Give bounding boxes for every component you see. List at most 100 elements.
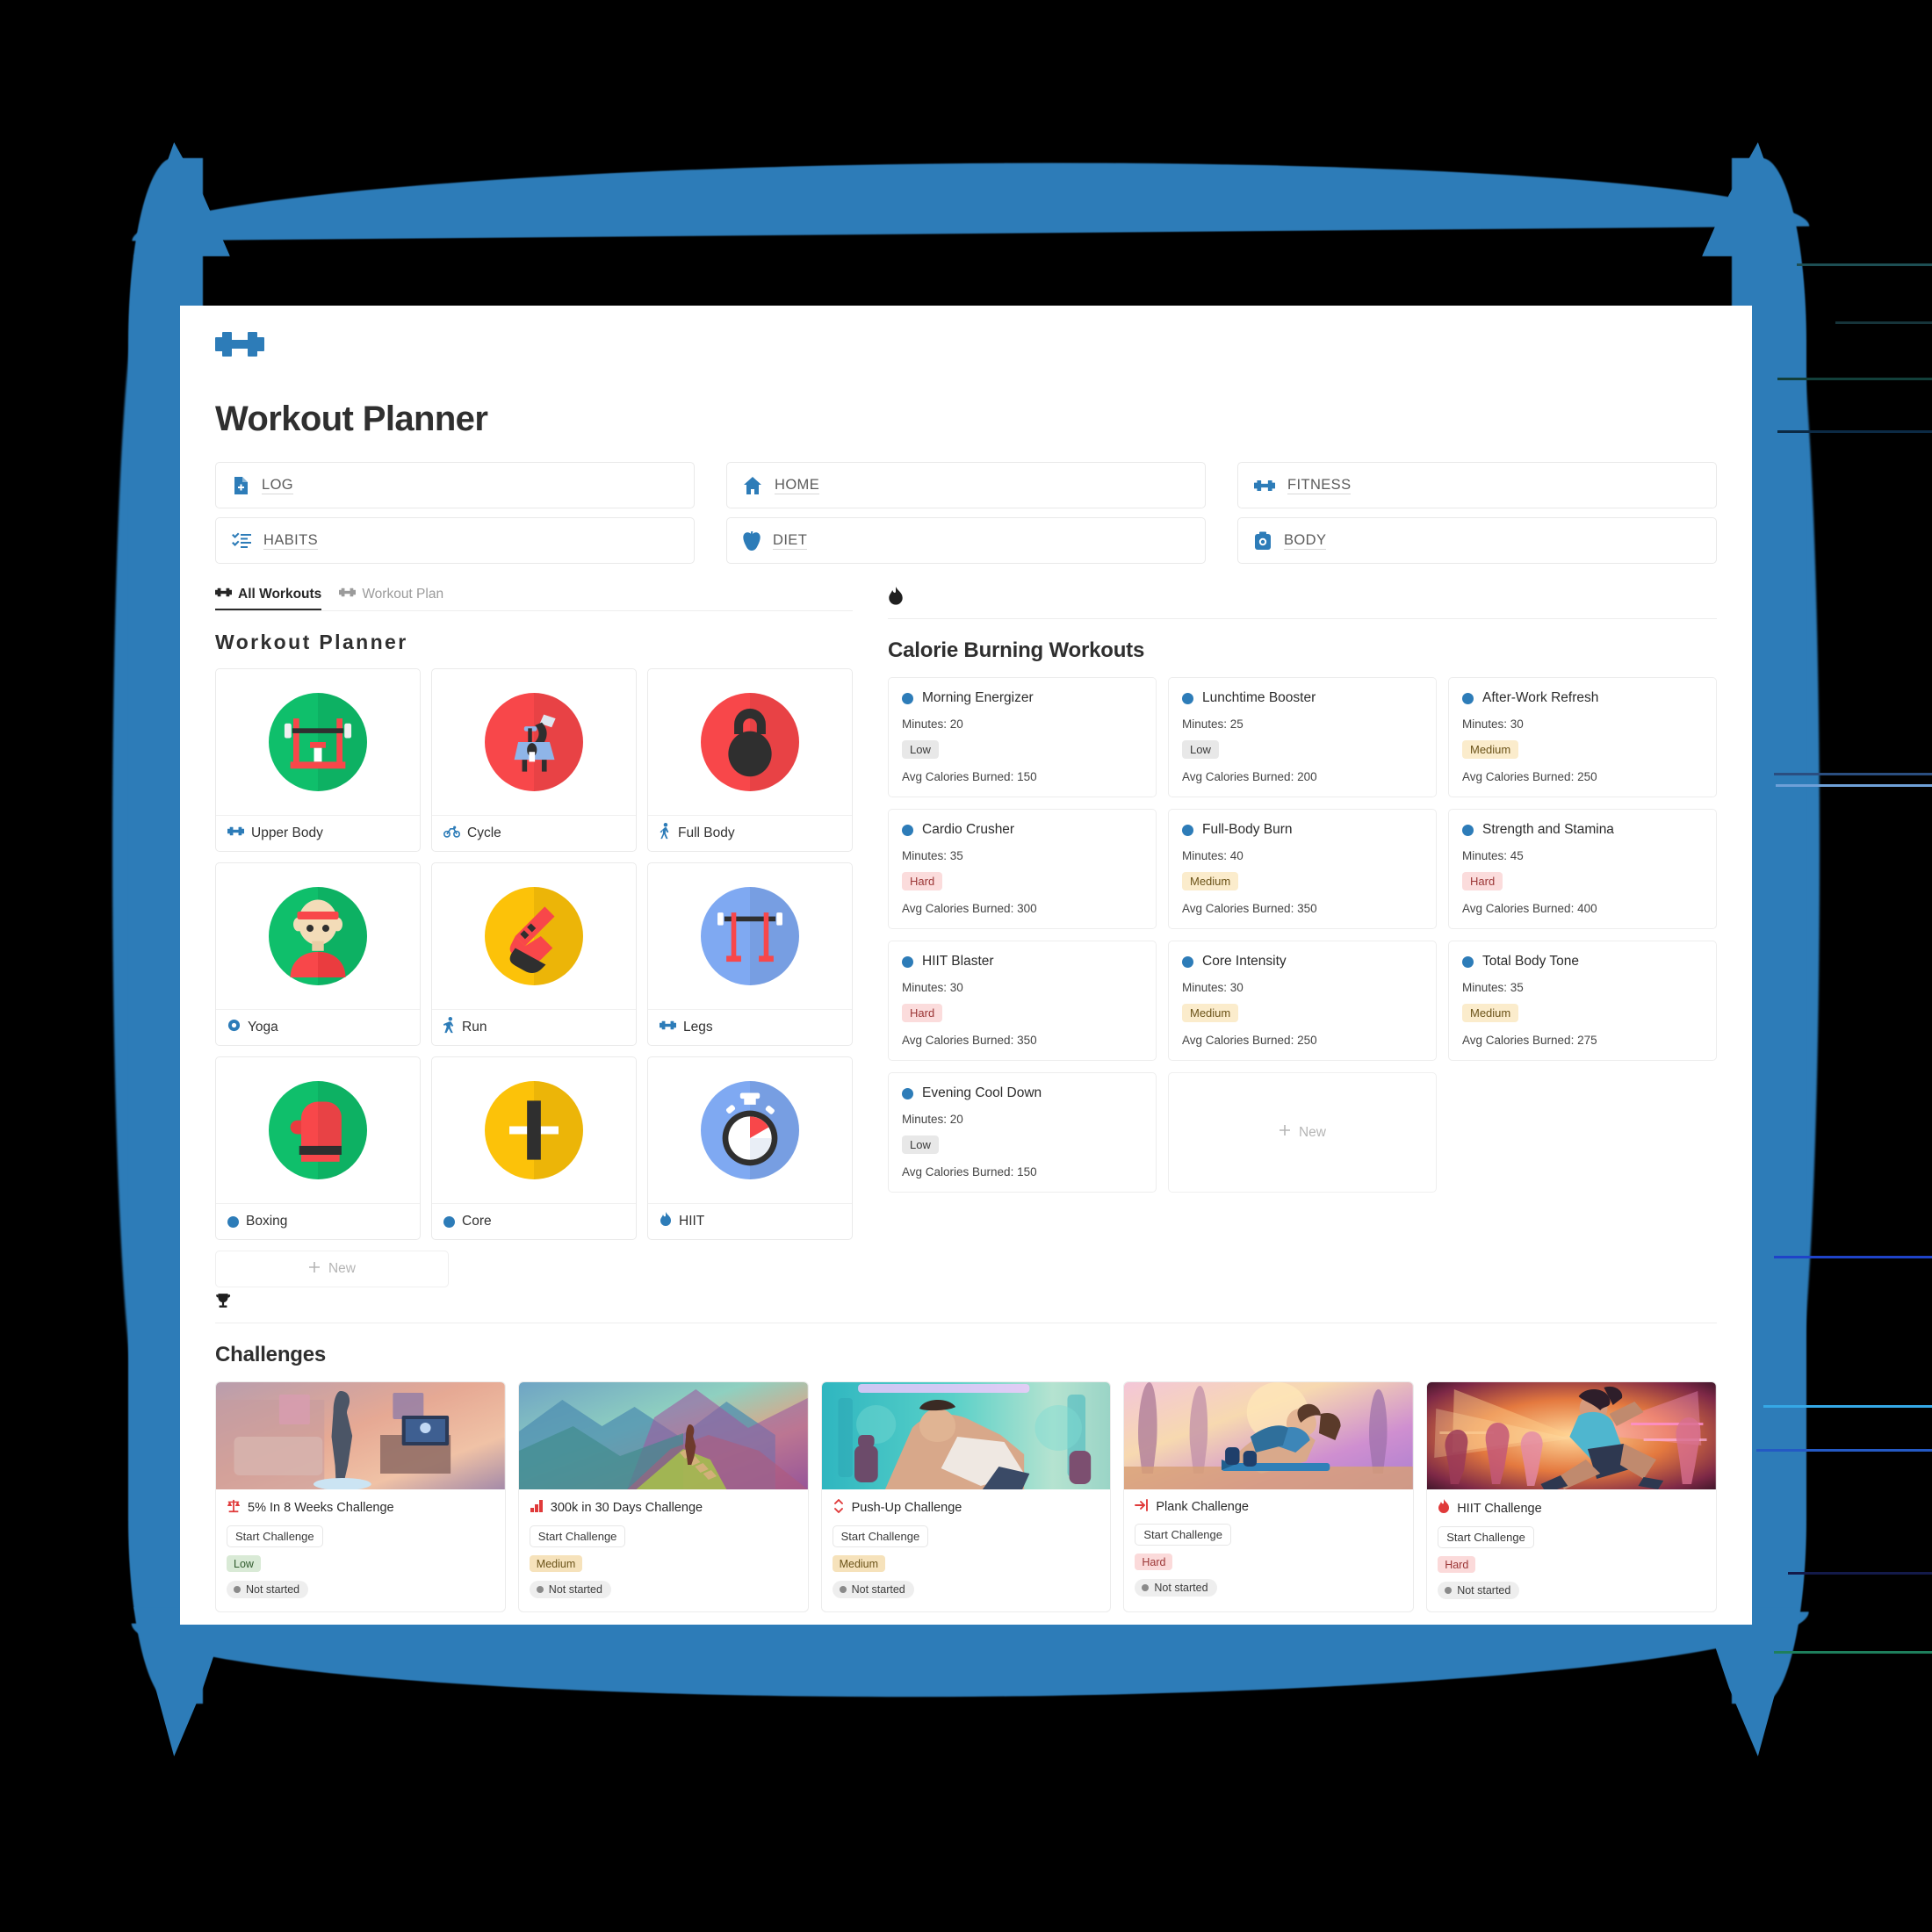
workout-card-footer: Cycle xyxy=(432,815,636,851)
calorie-card[interactable]: Morning Energizer Minutes: 20 Low Avg Ca… xyxy=(888,677,1157,797)
nav-label: BODY xyxy=(1284,531,1327,551)
boxing-glove-thumb xyxy=(216,1057,420,1203)
flame-icon xyxy=(660,1212,672,1231)
blue-dot-icon xyxy=(902,692,913,704)
start-challenge-button[interactable]: Start Challenge xyxy=(1135,1524,1232,1546)
blue-dot-icon xyxy=(1182,955,1193,968)
calorie-card-minutes: Minutes: 20 xyxy=(902,717,963,731)
workout-card[interactable]: HIIT xyxy=(647,1056,853,1240)
challenge-card[interactable]: Plank Challenge Start Challenge Hard Not… xyxy=(1123,1381,1415,1612)
difficulty-badge: Low xyxy=(227,1555,261,1572)
stopwatch-thumb xyxy=(648,1057,852,1203)
main-columns: All Workouts Workout Plan Workout Planne… xyxy=(180,564,1752,1287)
workout-card[interactable]: Full Body xyxy=(647,668,853,852)
calorie-card[interactable]: Strength and Stamina Minutes: 45 Hard Av… xyxy=(1448,809,1717,929)
workout-card[interactable]: Upper Body xyxy=(215,668,421,852)
difficulty-badge: Medium xyxy=(832,1555,886,1572)
start-challenge-button[interactable]: Start Challenge xyxy=(529,1525,626,1547)
pushup-gym-image xyxy=(821,1382,1111,1489)
workout-card-footer: Full Body xyxy=(648,815,852,851)
dumbbell-icon xyxy=(227,825,244,841)
workout-card-label: Full Body xyxy=(678,825,735,840)
blue-dot-icon xyxy=(1462,955,1474,968)
blue-dot-icon xyxy=(1462,692,1474,704)
workout-card[interactable]: Core xyxy=(431,1056,637,1240)
blue-dot-icon xyxy=(1462,824,1474,836)
nav-button-fitness[interactable]: FITNESS xyxy=(1237,462,1717,508)
calorie-card-calories: Avg Calories Burned: 250 xyxy=(1182,1034,1317,1047)
difficulty-badge: Low xyxy=(1182,740,1219,759)
circle-ring-icon xyxy=(227,1019,241,1036)
bar-chart-icon xyxy=(530,1499,544,1517)
challenge-title: Plank Challenge xyxy=(1156,1500,1249,1514)
workout-card[interactable]: Cycle xyxy=(431,668,637,852)
nav-button-home[interactable]: HOME xyxy=(726,462,1206,508)
nav-button-habits[interactable]: HABITS xyxy=(215,517,695,564)
nav-label: HOME xyxy=(775,476,820,495)
workout-card[interactable]: Boxing xyxy=(215,1056,421,1240)
difficulty-badge: Hard xyxy=(1135,1554,1173,1570)
document-add-icon xyxy=(232,476,249,495)
calorie-card[interactable]: After-Work Refresh Minutes: 30 Medium Av… xyxy=(1448,677,1717,797)
difficulty-badge: Low xyxy=(902,740,939,759)
challenge-title: HIIT Challenge xyxy=(1457,1501,1542,1516)
calorie-card[interactable]: Full-Body Burn Minutes: 40 Medium Avg Ca… xyxy=(1168,809,1437,929)
arrow-bar-icon xyxy=(1135,1499,1149,1515)
calorie-card[interactable]: Core Intensity Minutes: 30 Medium Avg Ca… xyxy=(1168,941,1437,1061)
plus-icon xyxy=(1279,1124,1291,1141)
runner-neon-image xyxy=(1427,1382,1716,1489)
calorie-heading: Calorie Burning Workouts xyxy=(888,638,1145,662)
challenge-card[interactable]: Push-Up Challenge Start Challenge Medium… xyxy=(820,1381,1112,1612)
challenges-rule: Challenges xyxy=(180,1287,1752,1381)
workout-card-label: Cycle xyxy=(467,825,501,840)
calorie-card[interactable]: Lunchtime Booster Minutes: 25 Low Avg Ca… xyxy=(1168,677,1437,797)
nav-button-diet[interactable]: DIET xyxy=(726,517,1206,564)
workout-card-label: HIIT xyxy=(679,1214,705,1229)
calorie-card[interactable]: Cardio Crusher Minutes: 35 Hard Avg Calo… xyxy=(888,809,1157,929)
workouts-tabs: All Workouts Workout Plan xyxy=(215,587,853,611)
start-challenge-button[interactable]: Start Challenge xyxy=(227,1525,323,1547)
new-calorie-card-button[interactable]: New xyxy=(1168,1072,1437,1193)
workouts-heading: Workout Planner xyxy=(215,631,408,653)
workout-card[interactable]: Legs xyxy=(647,862,853,1046)
workout-card[interactable]: Yoga xyxy=(215,862,421,1046)
workout-card-label: Core xyxy=(462,1214,492,1229)
difficulty-badge: Hard xyxy=(1438,1556,1476,1573)
runner-icon xyxy=(443,1017,455,1038)
kettlebell-thumb xyxy=(648,669,852,815)
difficulty-badge: Medium xyxy=(1462,1004,1519,1022)
workout-card-footer: Boxing xyxy=(216,1203,420,1239)
challenge-card[interactable]: 300k in 30 Days Challenge Start Challeng… xyxy=(517,1381,809,1612)
tab-label: Workout Plan xyxy=(362,587,444,602)
tab-all-workouts[interactable]: All Workouts xyxy=(215,587,321,610)
blue-dot-icon xyxy=(1182,824,1193,836)
calorie-column: Calorie Burning Workouts Morning Energiz… xyxy=(888,587,1717,1287)
calorie-card[interactable]: Evening Cool Down Minutes: 20 Low Avg Ca… xyxy=(888,1072,1157,1193)
nav-button-log[interactable]: LOG xyxy=(215,462,695,508)
exercise-bike-thumb xyxy=(432,669,636,815)
start-challenge-button[interactable]: Start Challenge xyxy=(832,1525,929,1547)
challenge-card[interactable]: 5% In 8 Weeks Challenge Start Challenge … xyxy=(215,1381,506,1612)
calorie-card[interactable]: Total Body Tone Minutes: 35 Medium Avg C… xyxy=(1448,941,1717,1061)
new-workout-button[interactable]: New xyxy=(215,1251,449,1287)
calorie-card-name: Cardio Crusher xyxy=(922,822,1015,837)
calorie-card[interactable]: HIIT Blaster Minutes: 30 Hard Avg Calori… xyxy=(888,941,1157,1061)
workout-card[interactable]: Run xyxy=(431,862,637,1046)
weight-plate-thumb xyxy=(432,1057,636,1203)
calorie-card-name: After-Work Refresh xyxy=(1482,690,1599,705)
dumbbell-icon xyxy=(1254,479,1275,493)
plank-park-image xyxy=(1124,1382,1414,1489)
tab-workout-plan[interactable]: Workout Plan xyxy=(339,587,443,610)
app-panel: Workout Planner LOG HOME FITNESS HABITS … xyxy=(180,306,1752,1625)
bedroom-scale-image xyxy=(216,1382,505,1489)
challenge-card[interactable]: HIIT Challenge Start Challenge Hard Not … xyxy=(1426,1381,1717,1612)
start-challenge-button[interactable]: Start Challenge xyxy=(1438,1526,1534,1548)
difficulty-badge: Hard xyxy=(1462,872,1503,890)
camera-icon xyxy=(1254,531,1272,551)
nav-button-body[interactable]: BODY xyxy=(1237,517,1717,564)
difficulty-badge: Medium xyxy=(529,1555,583,1572)
challenge-title: 300k in 30 Days Challenge xyxy=(550,1501,703,1515)
calorie-card-minutes: Minutes: 35 xyxy=(1462,981,1524,994)
person-walk-icon xyxy=(660,823,671,844)
calorie-card-name: Evening Cool Down xyxy=(922,1085,1042,1100)
